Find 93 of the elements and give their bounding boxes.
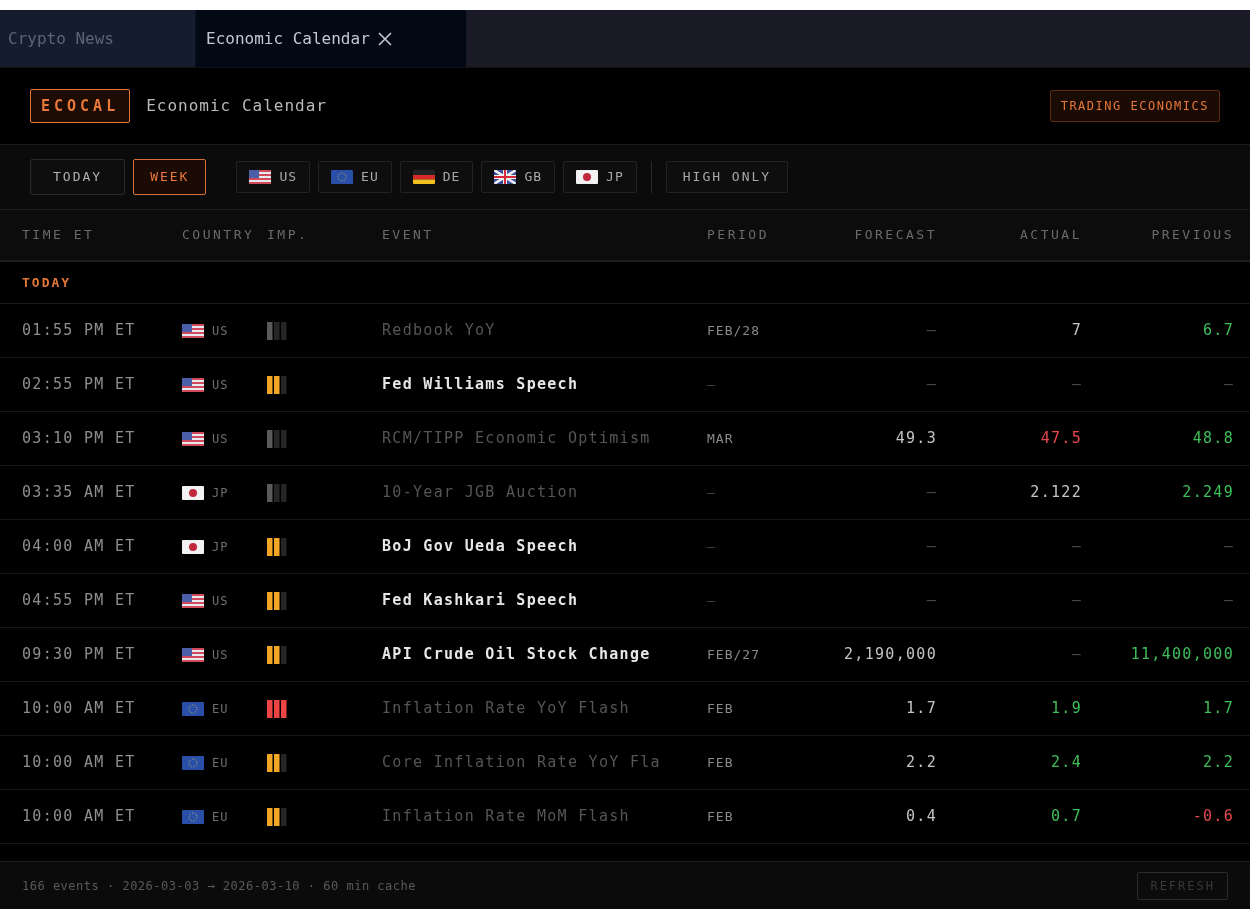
table-cell-text: FEB xyxy=(707,699,735,718)
table-cell-text: EU xyxy=(212,700,229,718)
table-cell-text: -0.6 xyxy=(1191,806,1234,828)
table-cell-text: 49.3 xyxy=(894,428,937,450)
section-label: TODAY xyxy=(22,273,72,292)
column-header: FORECAST xyxy=(853,226,937,245)
source-badge: TRADING ECONOMICS xyxy=(1049,90,1220,122)
table-cell-text: 47.5 xyxy=(1039,428,1082,450)
table-cell-text: 2.4 xyxy=(1050,752,1082,774)
table-cell-text: — xyxy=(1222,590,1234,612)
table-cell-text: — xyxy=(707,537,717,556)
table-cell-text: — xyxy=(1222,536,1234,558)
column-header: IMP. xyxy=(267,226,310,245)
table-cell-text: 04:00 AM ET xyxy=(22,536,137,558)
table-cell-text: US xyxy=(212,376,229,394)
table-cell-text: 1.9 xyxy=(1050,698,1082,720)
table-cell-text: JP xyxy=(212,538,229,556)
table-cell-text: MAR xyxy=(707,429,735,448)
table-cell-text: 02:55 PM ET xyxy=(22,374,137,396)
table-cell-text: FEB/28 xyxy=(707,321,761,340)
table-cell-text: — xyxy=(925,320,937,342)
table-cell-text: 03:35 AM ET xyxy=(22,482,137,504)
table-cell-text: — xyxy=(1070,536,1082,558)
table-cell-text: — xyxy=(1222,374,1234,396)
table-cell-text: JP xyxy=(212,484,229,502)
table-cell-text: — xyxy=(1070,644,1082,666)
table-cell-text: 2.2 xyxy=(905,752,937,774)
table-cell-text: 6.7 xyxy=(1202,320,1234,342)
table-cell-text: 0.7 xyxy=(1050,806,1082,828)
country-filter[interactable]: US xyxy=(236,161,311,193)
table-cell-text: — xyxy=(925,536,937,558)
table-cell-text: Redbook YoY xyxy=(382,320,497,342)
country-filter[interactable]: EU xyxy=(318,161,392,193)
table-cell-text: BoJ Gov Ueda Speech xyxy=(382,536,580,558)
table-cell-text: Fed Williams Speech xyxy=(382,374,580,396)
table-cell-text: Fed Kashkari Speech xyxy=(382,590,580,612)
table-cell-text: FEB xyxy=(707,753,735,772)
table-cell-text: 2.249 xyxy=(1181,482,1234,504)
table-cell-text: RCM/TIPP Economic Optimism xyxy=(382,428,652,450)
country-filter[interactable]: DE xyxy=(399,161,474,193)
column-header: ACTUAL xyxy=(1019,226,1082,245)
table-cell-text: US xyxy=(212,592,229,610)
filter-toggle[interactable]: HIGH ONLY xyxy=(665,161,789,193)
table-cell-text: — xyxy=(707,375,717,394)
column-header: PREVIOUS xyxy=(1150,226,1234,245)
table-cell-text: 04:55 PM ET xyxy=(22,590,137,612)
table-cell-text: Inflation Rate YoY Flash xyxy=(382,698,631,720)
table-cell-text: FEB/27 xyxy=(707,645,761,664)
table-cell-text: API Crude Oil Stock Change xyxy=(382,644,652,666)
column-header: COUNTRY xyxy=(182,226,256,245)
app-badge: ECOCAL xyxy=(30,88,131,124)
table-cell-text: 09:30 PM ET xyxy=(22,644,137,666)
table-cell-text: — xyxy=(1070,374,1082,396)
table-cell-text: 03:10 PM ET xyxy=(22,428,137,450)
table-cell-text: — xyxy=(707,591,717,610)
table-cell-text: Core Inflation Rate YoY Fla xyxy=(382,752,662,774)
table-cell-text: 10-Year JGB Auction xyxy=(382,482,580,504)
table-cell-text: 7 xyxy=(1070,320,1082,342)
table-cell-text: — xyxy=(1070,590,1082,612)
table-cell-text: — xyxy=(925,482,937,504)
table-cell-text: — xyxy=(925,590,937,612)
table-cell-text: 10:00 AM ET xyxy=(22,806,137,828)
country-filter[interactable]: JP xyxy=(563,161,637,193)
table-cell-text: 10:00 AM ET xyxy=(22,752,137,774)
column-header: EVENT xyxy=(382,226,435,245)
table-cell-text: 01:55 PM ET xyxy=(22,320,137,342)
table-cell-text: 11,400,000 xyxy=(1129,644,1234,666)
table-cell-text: 1.7 xyxy=(905,698,937,720)
column-header: TIME ET xyxy=(22,226,96,245)
table-cell-text: — xyxy=(707,483,717,502)
filter-button[interactable]: WEEK xyxy=(133,159,207,195)
table-cell-text: — xyxy=(925,374,937,396)
table-cell-text: 1.7 xyxy=(1202,698,1234,720)
table-cell-text: 2.122 xyxy=(1029,482,1082,504)
tab[interactable]: Economic Calendar xyxy=(196,10,466,67)
table-cell-text: EU xyxy=(212,754,229,772)
table-cell-text: EU xyxy=(212,808,229,826)
table-cell-text: 10:00 AM ET xyxy=(22,698,137,720)
table-cell-text: US xyxy=(212,430,229,448)
country-filter[interactable]: GB xyxy=(481,161,556,193)
table-cell-text: US xyxy=(212,646,229,664)
table-cell-text: FEB xyxy=(707,807,735,826)
table-cell-text: Inflation Rate MoM Flash xyxy=(382,806,631,828)
table-cell-text: 0.4 xyxy=(905,806,937,828)
table-cell-text: 2.2 xyxy=(1202,752,1234,774)
table-cell-text: US xyxy=(212,322,229,340)
close-icon[interactable] xyxy=(377,31,392,46)
status-text: 166 events · 2026-03-03 → 2026-03-10 · 60 min cache xyxy=(22,877,416,895)
table-cell-text: 48.8 xyxy=(1191,428,1234,450)
table-cell-text: 2,190,000 xyxy=(843,644,937,666)
page-title: Economic Calendar xyxy=(146,95,327,117)
filter-button[interactable]: TODAY xyxy=(30,159,126,195)
column-header: PERIOD xyxy=(707,226,770,245)
